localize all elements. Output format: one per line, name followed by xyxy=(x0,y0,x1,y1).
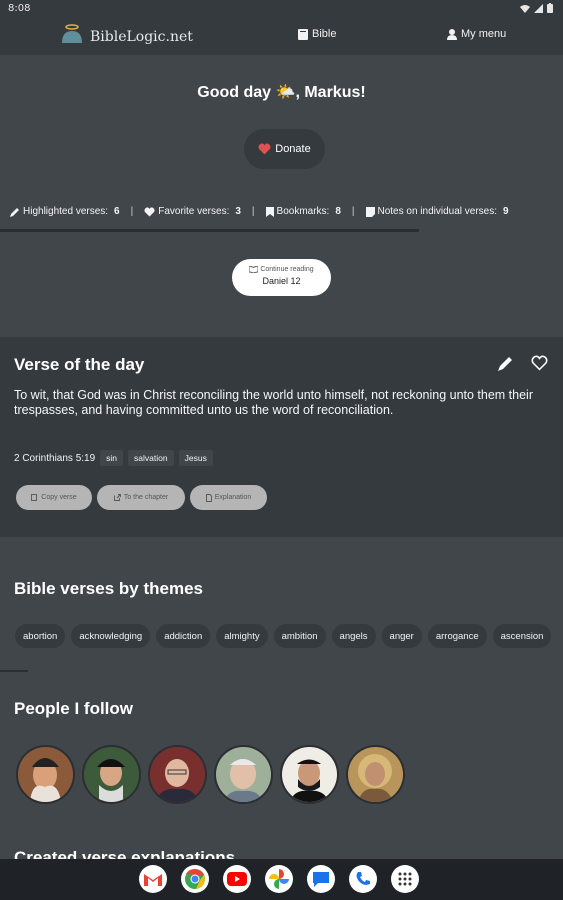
avatar[interactable] xyxy=(148,745,207,804)
continue-reading-label: Continue reading xyxy=(260,266,314,273)
to-chapter-button[interactable]: To the chapter xyxy=(97,485,185,510)
external-link-icon xyxy=(113,494,121,501)
continue-reading-caption: Continue reading xyxy=(232,266,331,273)
status-bar: 8:08 xyxy=(0,0,563,18)
wifi-icon xyxy=(520,4,530,13)
theme-chip[interactable]: abortion xyxy=(15,624,66,648)
people-list xyxy=(16,745,405,804)
verse-tag[interactable]: sin xyxy=(100,450,124,466)
section-title: People I follow xyxy=(14,699,134,718)
favorite-heart-icon[interactable] xyxy=(531,355,548,371)
battery-icon xyxy=(547,3,553,13)
copy-icon xyxy=(31,493,38,501)
signal-icon xyxy=(534,3,543,13)
document-icon xyxy=(205,493,212,502)
stat-notes[interactable]: Notes on individual verses: 9 xyxy=(365,206,509,217)
section-title: Bible verses by themes xyxy=(14,579,203,598)
separator: | xyxy=(251,206,255,217)
note-icon xyxy=(365,206,375,217)
stat-bookmarks-label: Bookmarks: xyxy=(276,206,330,217)
bookmark-icon xyxy=(265,206,274,217)
copy-verse-button[interactable]: Copy verse xyxy=(16,485,92,510)
continue-reading-button[interactable]: Continue reading Daniel 12 xyxy=(232,259,331,296)
android-taskbar xyxy=(0,859,563,900)
explanation-label: Explanation xyxy=(214,494,252,501)
theme-chip[interactable]: angels xyxy=(331,624,376,648)
theme-chip[interactable]: acknowledging xyxy=(71,624,151,648)
verse-text: To wit, that God was in Christ reconcili… xyxy=(14,388,534,417)
copy-verse-label: Copy verse xyxy=(41,494,77,501)
stat-highlighted-count: 6 xyxy=(114,206,120,217)
stat-favorites[interactable]: Favorite verses: 3 xyxy=(144,206,241,217)
stat-bookmarks[interactable]: Bookmarks: 8 xyxy=(265,206,341,217)
to-chapter-label: To the chapter xyxy=(123,494,169,501)
donate-button[interactable]: Donate xyxy=(244,129,325,169)
stat-favorites-label: Favorite verses: xyxy=(158,206,230,217)
stat-notes-count: 9 xyxy=(503,206,509,217)
theme-chip[interactable]: addiction xyxy=(156,624,211,648)
verse-tag[interactable]: salvation xyxy=(128,450,174,466)
greeting: Good day 🌤️, Markus! xyxy=(197,84,366,101)
nav-my-menu-label: My menu xyxy=(461,28,507,40)
theme-chip[interactable]: ascension xyxy=(492,624,552,648)
nav-my-menu-link[interactable]: My menu xyxy=(447,28,506,40)
stat-highlighted[interactable]: Highlighted verses: 6 xyxy=(10,206,120,217)
logo-icon xyxy=(62,24,82,43)
phone-icon[interactable] xyxy=(349,865,377,893)
highlight-pen-icon[interactable] xyxy=(497,355,514,372)
separator: | xyxy=(130,206,134,217)
avatar[interactable] xyxy=(346,745,405,804)
theme-chip[interactable]: ambition xyxy=(273,624,326,648)
top-navigation: BibleLogic.net Bible My menu xyxy=(0,18,563,55)
user-icon xyxy=(447,28,457,40)
section-title: Verse of the day xyxy=(14,355,145,374)
chrome-icon[interactable] xyxy=(181,865,209,893)
avatar[interactable] xyxy=(16,745,75,804)
site-logo[interactable]: BibleLogic.net xyxy=(60,23,193,47)
nav-bible-label: Bible xyxy=(312,28,337,40)
verse-tag[interactable]: Jesus xyxy=(178,450,213,466)
status-icons xyxy=(520,3,553,13)
stat-bookmarks-count: 8 xyxy=(335,206,341,217)
gmail-icon[interactable] xyxy=(139,865,167,893)
heart-icon xyxy=(258,143,271,155)
verse-of-the-day-card: Verse of the day To wit, that God was in… xyxy=(0,337,563,537)
verse-reference[interactable]: 2 Corinthians 5:19 xyxy=(14,453,95,464)
separator: | xyxy=(351,206,355,217)
explanation-button[interactable]: Explanation xyxy=(190,485,267,510)
status-time: 8:08 xyxy=(8,3,31,14)
stat-notes-label: Notes on individual verses: xyxy=(377,206,498,217)
messages-icon[interactable] xyxy=(307,865,335,893)
avatar[interactable] xyxy=(214,745,273,804)
app-drawer-icon[interactable] xyxy=(391,865,419,893)
app-dock xyxy=(139,865,419,893)
verse-meta: 2 Corinthians 5:19 sin salvation Jesus xyxy=(14,450,213,466)
continue-reading-location: Daniel 12 xyxy=(262,276,301,286)
heart-icon xyxy=(144,206,155,217)
theme-chip[interactable]: arrogance xyxy=(427,624,487,648)
open-book-icon xyxy=(249,266,259,273)
avatar[interactable] xyxy=(82,745,141,804)
themes-scroll-indicator[interactable] xyxy=(0,670,28,672)
stat-highlighted-label: Highlighted verses: xyxy=(23,206,109,217)
photos-icon[interactable] xyxy=(265,865,293,893)
site-name: BibleLogic.net xyxy=(90,29,193,45)
theme-chips: abortion acknowledging addiction almight… xyxy=(15,624,552,648)
stats-divider xyxy=(0,229,419,232)
theme-chip[interactable]: anger xyxy=(381,624,422,648)
youtube-icon[interactable] xyxy=(223,865,251,893)
donate-label: Donate xyxy=(275,143,311,155)
verse-actions: Copy verse To the chapter Explanation xyxy=(16,485,267,510)
nav-bible-link[interactable]: Bible xyxy=(298,28,336,40)
avatar[interactable] xyxy=(280,745,339,804)
theme-chip[interactable]: almighty xyxy=(216,624,268,648)
book-icon xyxy=(298,28,308,40)
user-stats: Highlighted verses: 6 | Favorite verses:… xyxy=(10,206,558,217)
stat-favorites-count: 3 xyxy=(235,206,241,217)
pencil-icon xyxy=(10,207,19,217)
